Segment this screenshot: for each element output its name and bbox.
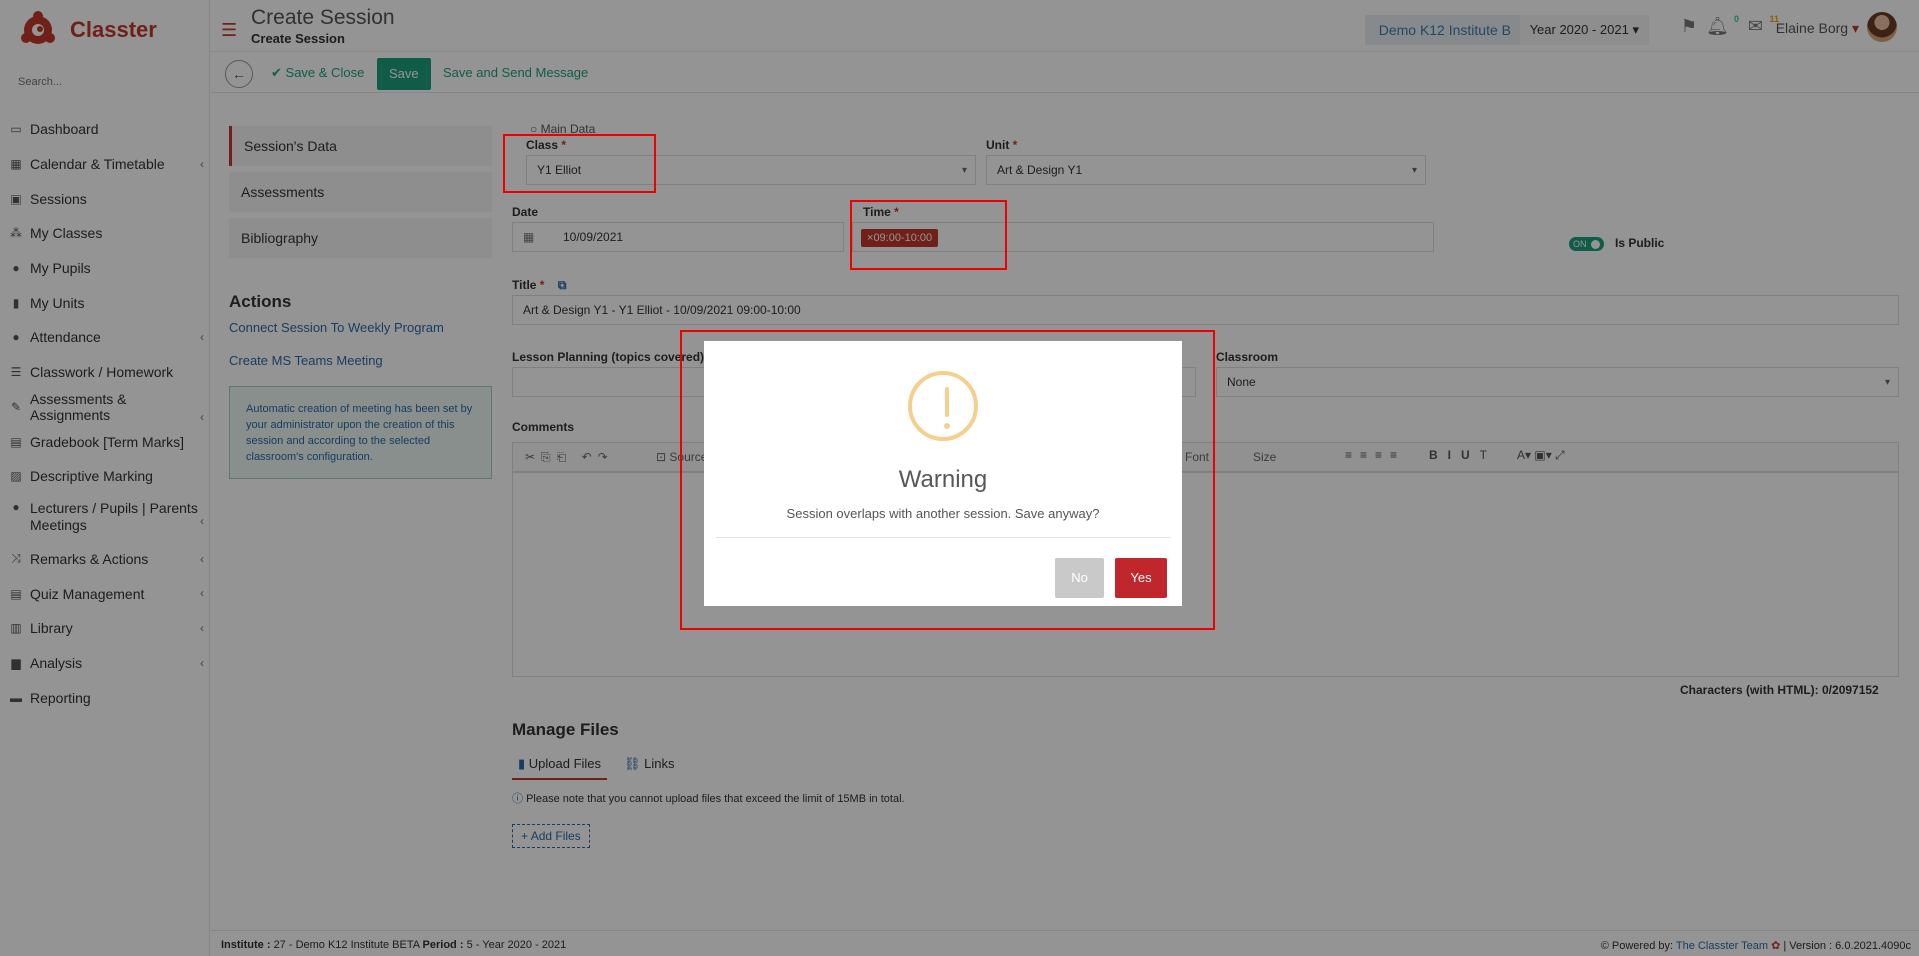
yes-button[interactable]: Yes	[1115, 558, 1167, 598]
dialog-divider	[716, 537, 1170, 538]
no-button[interactable]: No	[1055, 558, 1104, 598]
highlight-time-field	[850, 200, 1007, 270]
dialog-message: Session overlaps with another session. S…	[786, 506, 1100, 521]
highlight-class-field	[503, 134, 656, 193]
warning-dialog: Warning Session overlaps with another se…	[704, 341, 1182, 606]
warning-icon-dot	[944, 423, 950, 429]
warning-icon	[908, 371, 978, 441]
dialog-title: Warning	[898, 466, 988, 493]
warning-icon-bar	[945, 387, 949, 417]
